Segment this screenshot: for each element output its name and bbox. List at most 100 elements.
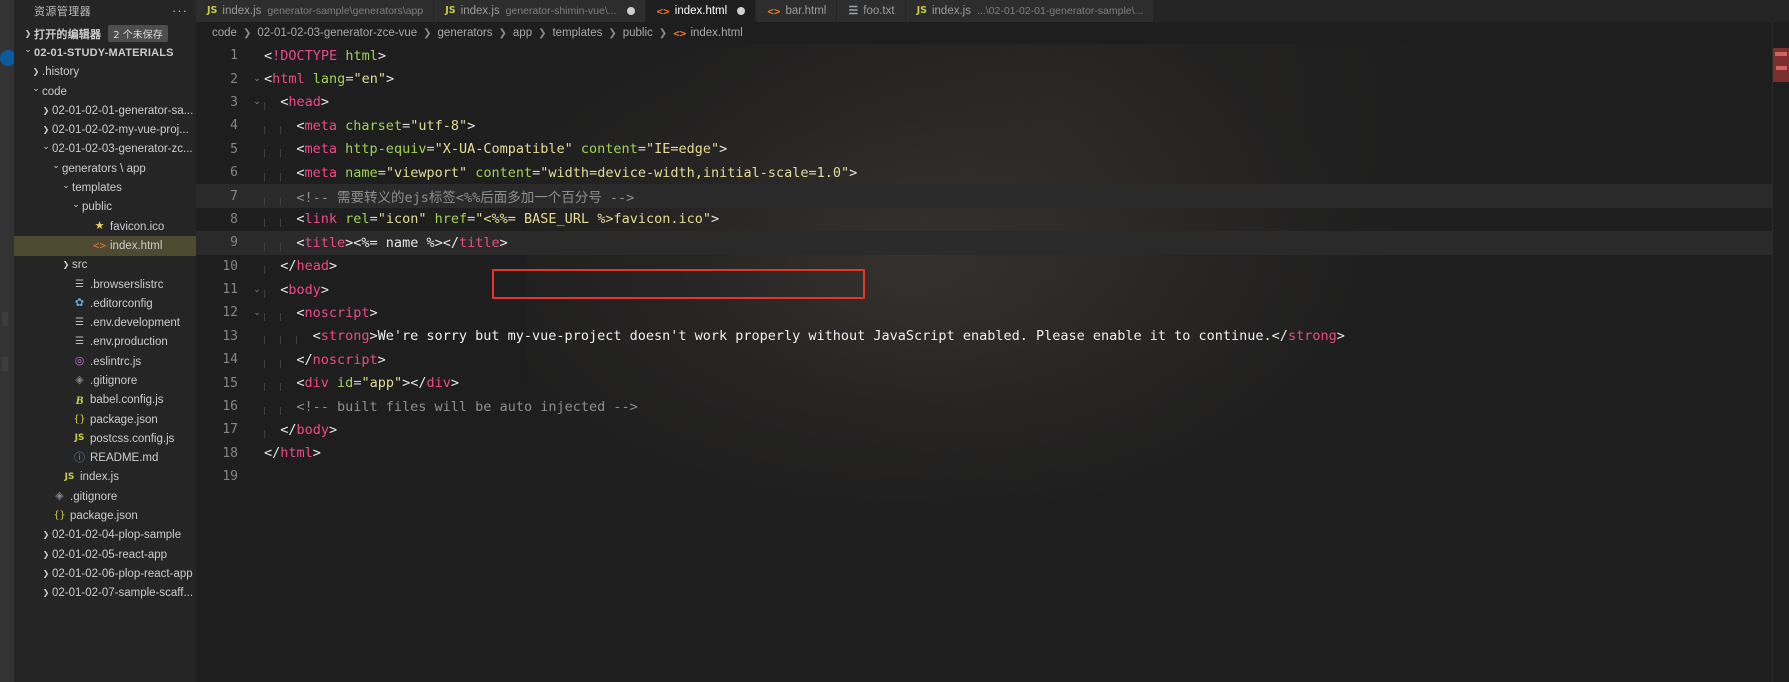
tree-item-open-editors[interactable]: ❯ 打开的编辑器 2 个未保存 [14, 24, 196, 43]
chevron-right-icon[interactable]: ❯ [22, 29, 34, 38]
tree-item-root-folder[interactable]: ⌄ 02-01-STUDY-MATERIALS [14, 43, 196, 62]
tree-item[interactable]: ❯ src [14, 256, 196, 275]
code-line[interactable]: 2 ⌄ <html lang="en"> [196, 67, 1789, 90]
chevron-right-icon[interactable]: ❯ [40, 531, 52, 539]
code-line[interactable]: 17 </body> [196, 418, 1789, 441]
breadcrumb-item[interactable]: code [212, 27, 237, 39]
tree-item[interactable]: ⌄ 02-01-02-03-generator-zc... [14, 140, 196, 159]
code-editor[interactable]: 1 <!DOCTYPE html> 2 ⌄ <html lang="en"> 3 ⌄ <hea… [196, 44, 1789, 682]
tree-item[interactable]: ⌄ generators \ app [14, 159, 196, 178]
tree-item[interactable]: ⌄ templates [14, 178, 196, 197]
fold-chevron-icon[interactable]: ⌄ [250, 74, 264, 84]
code-line[interactable]: 7 <!-- 需要转义的ejs标签<%%后面多加一个百分号 --> [196, 184, 1789, 208]
breadcrumb-item[interactable]: public [623, 27, 653, 39]
code-line[interactable]: 6 <meta name="viewport" content="width=de… [196, 161, 1789, 184]
breadcrumb-item[interactable]: templates [552, 27, 602, 39]
code-line[interactable]: 12 ⌄ <noscript> [196, 301, 1789, 324]
tree-item[interactable]: ◎ .eslintrc.js [14, 352, 196, 371]
tree-item[interactable]: <> index.html [14, 236, 196, 256]
tree-item-label: index.html [110, 239, 163, 252]
tree-item[interactable]: ❯ 02-01-02-05-react-app [14, 545, 196, 564]
code-line[interactable]: 5 <meta http-equiv="X-UA-Compatible" cont… [196, 138, 1789, 161]
chevron-down-icon[interactable]: ⌄ [30, 85, 42, 94]
chevron-right-icon[interactable]: ❯ [30, 68, 42, 76]
tree-item[interactable]: ❯ 02-01-02-01-generator-sa... [14, 101, 196, 120]
tree-item[interactable]: ☰ .browserslistrc [14, 275, 196, 294]
config-icon: ☰ [75, 336, 84, 348]
explorer-sidebar[interactable]: ❯ 打开的编辑器 2 个未保存 ⌄ 02-01-STUDY-MATERIALS ❯ .his… [14, 22, 196, 682]
chevron-down-icon[interactable]: ⌄ [50, 162, 62, 171]
chevron-right-icon[interactable]: ❯ [40, 589, 52, 597]
breadcrumb-item[interactable]: app [513, 27, 532, 39]
more-actions-icon[interactable]: ··· [172, 4, 188, 17]
chevron-right-icon[interactable]: ❯ [40, 106, 52, 115]
code-line[interactable]: 10 </head> [196, 255, 1789, 278]
activity-bar[interactable] [0, 22, 16, 682]
chevron-down-icon[interactable]: ⌄ [22, 46, 34, 55]
code-text: <meta charset="utf-8"> [264, 118, 1789, 134]
breadcrumb-separator-icon: ❯ [423, 27, 432, 39]
editor-tab[interactable]: <> index.html [645, 0, 757, 22]
code-line[interactable]: 14 </noscript> [196, 348, 1789, 371]
chevron-right-icon[interactable]: ❯ [40, 550, 52, 559]
tree-item[interactable]: ❯ .history [14, 63, 196, 82]
tree-item[interactable]: ⓘ README.md [14, 449, 196, 468]
vscode-window: 资源管理器 ··· JS index.js generator-sample\gen… [0, 0, 1789, 682]
fold-chevron-icon[interactable]: ⌄ [250, 285, 264, 295]
tree-item[interactable]: ★ favicon.ico [14, 217, 196, 236]
unsaved-indicator-icon[interactable] [737, 7, 746, 15]
code-line[interactable]: 19 [196, 465, 1789, 488]
tree-item[interactable]: JS index.js [14, 468, 196, 487]
breadcrumb-label: code [212, 27, 237, 39]
tree-item[interactable]: JS postcss.config.js [14, 429, 196, 448]
tree-item[interactable]: ✿ .editorconfig [14, 294, 196, 313]
editor-tab[interactable]: <> bar.html [756, 0, 838, 22]
tree-item[interactable]: ☰ .env.production [14, 333, 196, 352]
tree-item[interactable]: ☰ .env.development [14, 313, 196, 332]
minimap-scrollbar[interactable] [1773, 22, 1789, 682]
tree-item[interactable]: {} package.json [14, 410, 196, 429]
code-line[interactable]: 9 <title><%= name %></title> [196, 231, 1789, 255]
breadcrumb-item[interactable]: 02-01-02-03-generator-zce-vue [257, 27, 417, 39]
code-line[interactable]: 11 ⌄ <body> [196, 278, 1789, 301]
tree-item[interactable]: ❯ 02-01-02-07-sample-scaff... [14, 584, 196, 603]
chevron-right-icon[interactable]: ❯ [40, 569, 52, 578]
editor-tab[interactable]: ☰ foo.txt [837, 0, 906, 22]
tree-item[interactable]: ◈ .gitignore [14, 487, 196, 506]
code-text: </head> [264, 258, 1789, 275]
code-line[interactable]: 15 <div id="app"></div> [196, 371, 1789, 394]
code-line[interactable]: 1 <!DOCTYPE html> [196, 44, 1789, 67]
code-line[interactable]: 16 <!-- built files will be auto injected… [196, 395, 1789, 418]
chevron-right-icon[interactable]: ❯ [60, 261, 72, 269]
code-line[interactable]: 18 </html> [196, 442, 1789, 465]
file-tree[interactable]: ❯ 打开的编辑器 2 个未保存 ⌄ 02-01-STUDY-MATERIALS ❯ .his… [14, 22, 196, 603]
fold-chevron-icon[interactable]: ⌄ [250, 97, 264, 107]
editor-tab[interactable]: JS index.js generator-shimin-vue\... [434, 0, 646, 22]
editor-tab[interactable]: JS index.js ...\02-01-02-01-generator-samp… [905, 0, 1155, 22]
tree-item[interactable]: ❯ 02-01-02-02-my-vue-proj... [14, 120, 196, 139]
tree-item[interactable]: ⌄ code [14, 82, 196, 101]
breadcrumb[interactable]: code ❯ 02-01-02-03-generator-zce-vue ❯ gener… [196, 22, 1789, 44]
code-lines[interactable]: 1 <!DOCTYPE html> 2 ⌄ <html lang="en"> 3 ⌄ <hea… [196, 44, 1789, 488]
code-line[interactable]: 8 <link rel="icon" href="<%%= BASE_URL %>… [196, 208, 1789, 231]
unsaved-indicator-icon[interactable] [626, 7, 635, 15]
breadcrumb-item[interactable]: generators [438, 27, 493, 39]
chevron-down-icon[interactable]: ⌄ [60, 181, 72, 191]
tree-item[interactable]: {} package.json [14, 506, 196, 525]
editor-tab[interactable]: JS index.js generator-sample\generators\ap… [196, 0, 435, 22]
chevron-down-icon[interactable]: ⌄ [40, 142, 52, 152]
code-line[interactable]: 13 <strong>We're sorry but my-vue-project… [196, 325, 1789, 348]
breadcrumb-item[interactable]: <> index.html [673, 27, 743, 39]
tree-item[interactable]: ❯ 02-01-02-06-plop-react-app [14, 564, 196, 583]
code-text: </noscript> [264, 352, 1789, 368]
editor-tab-bar: JS index.js generator-sample\generators\ap… [196, 0, 1789, 22]
tree-item[interactable]: ◈ .gitignore [14, 371, 196, 390]
tree-item[interactable]: ⌄ public [14, 198, 196, 217]
code-line[interactable]: 3 ⌄ <head> [196, 91, 1789, 114]
code-line[interactable]: 4 <meta charset="utf-8"> [196, 114, 1789, 137]
chevron-right-icon[interactable]: ❯ [40, 126, 52, 134]
chevron-down-icon[interactable]: ⌄ [70, 200, 82, 210]
tree-item[interactable]: Bbabel.config.js [14, 391, 196, 410]
fold-chevron-icon[interactable]: ⌄ [250, 308, 264, 318]
tree-item[interactable]: ❯ 02-01-02-04-plop-sample [14, 526, 196, 545]
